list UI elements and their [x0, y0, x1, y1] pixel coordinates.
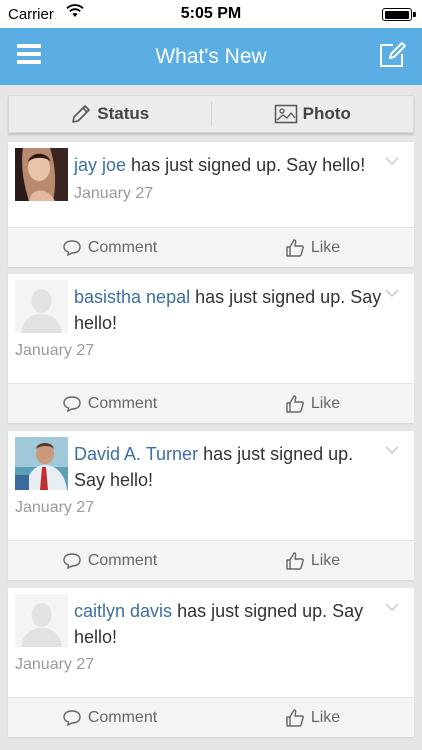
photo-button[interactable]: Photo [212, 96, 414, 132]
post-date: January 27 [15, 656, 95, 673]
chevron-down-icon[interactable] [385, 445, 399, 455]
like-button[interactable]: Like [211, 228, 414, 267]
like-label: Like [310, 551, 341, 569]
user-photo-icon [15, 437, 68, 490]
user-name-link[interactable]: caitlyn davis [74, 601, 172, 621]
comment-icon [63, 395, 81, 412]
comment-label: Comment [87, 708, 158, 726]
like-button[interactable]: Like [211, 541, 414, 580]
status-label: Status [97, 104, 150, 123]
feed-item: basistha nepal has just signed up. Say h… [8, 274, 414, 423]
story-text: jay joe has just signed up. Say hello! [74, 152, 384, 178]
chevron-down-icon[interactable] [385, 156, 399, 166]
comment-button[interactable]: Comment [8, 541, 211, 580]
action-bar: Comment Like [8, 697, 414, 737]
user-name-link[interactable]: David A. Turner [74, 444, 198, 464]
thumbs-up-icon [286, 708, 304, 727]
page-title: What's New [155, 45, 267, 68]
compose-icon [380, 42, 406, 67]
action-bar: Comment Like [8, 227, 414, 267]
feed-item: caitlyn davis has just signed up. Say he… [8, 588, 414, 737]
thumbs-up-icon [286, 394, 304, 413]
post-bar: Status Photo [8, 95, 414, 133]
photo-label: Photo [302, 104, 351, 123]
navigation-bar: What's New [0, 28, 422, 85]
clock: 5:05 PM [180, 5, 242, 22]
user-name-link[interactable]: basistha nepal [74, 287, 190, 307]
comment-button[interactable]: Comment [8, 228, 211, 267]
comment-icon [63, 552, 81, 569]
comment-label: Comment [87, 394, 158, 412]
story-text: David A. Turner has just signed up. Say … [74, 441, 384, 493]
story-text: caitlyn davis has just signed up. Say he… [74, 598, 384, 650]
comment-button[interactable]: Comment [8, 384, 211, 423]
story-text: basistha nepal has just signed up. Say h… [74, 284, 384, 336]
like-label: Like [310, 238, 341, 256]
compose-button[interactable] [378, 41, 406, 69]
status-button[interactable]: Status [9, 96, 211, 132]
chevron-down-icon[interactable] [385, 288, 399, 298]
post-date: January 27 [15, 342, 95, 359]
status-bar: Carrier 5:05 PM [0, 0, 422, 28]
avatar[interactable] [15, 594, 68, 647]
like-label: Like [310, 394, 341, 412]
thumbs-up-icon [286, 551, 304, 570]
comment-icon [63, 709, 81, 726]
action-bar: Comment Like [8, 383, 414, 423]
chevron-down-icon[interactable] [385, 602, 399, 612]
image-icon [274, 104, 297, 124]
action-bar: Comment Like [8, 540, 414, 580]
user-name-link[interactable]: jay joe [74, 155, 126, 175]
like-label: Like [310, 708, 341, 726]
feed-item: David A. Turner has just signed up. Say … [8, 431, 414, 580]
battery-icon [382, 8, 416, 21]
avatar[interactable] [15, 148, 68, 201]
default-avatar-icon [15, 594, 68, 647]
default-avatar-icon [15, 280, 68, 333]
thumbs-up-icon [286, 238, 304, 257]
post-date: January 27 [74, 185, 154, 202]
like-button[interactable]: Like [211, 698, 414, 737]
avatar[interactable] [15, 280, 68, 333]
user-photo-icon [15, 148, 68, 201]
post-date: January 27 [15, 499, 95, 516]
pencil-icon [72, 105, 91, 123]
activity-text: has just signed up. Say hello! [131, 155, 366, 175]
comment-label: Comment [87, 238, 158, 256]
avatar[interactable] [15, 437, 68, 490]
comment-icon [63, 239, 81, 256]
comment-button[interactable]: Comment [8, 698, 211, 737]
like-button[interactable]: Like [211, 384, 414, 423]
feed-item: jay joe has just signed up. Say hello! J… [8, 142, 414, 267]
comment-label: Comment [87, 551, 158, 569]
